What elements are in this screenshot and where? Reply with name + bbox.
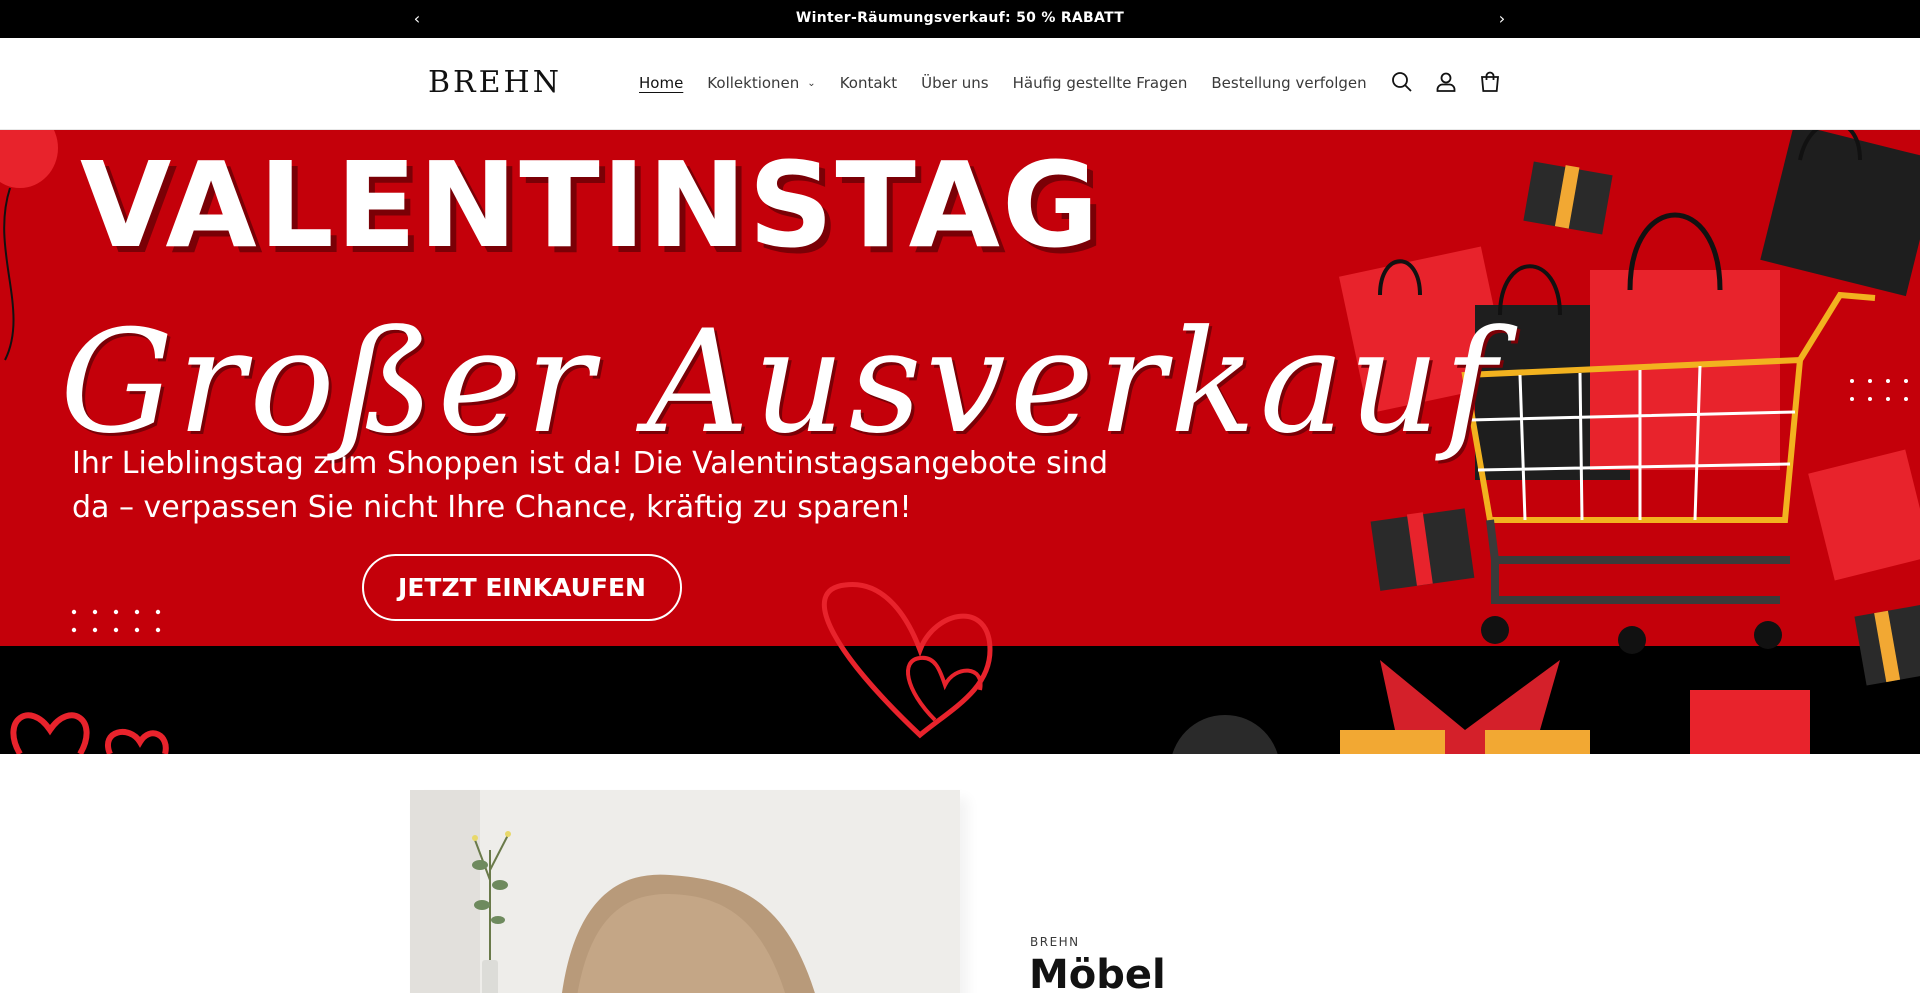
shop-now-button[interactable]: JETZT EINKAUFEN [362, 554, 682, 621]
site-header: BREHN Home Kollektionen ⌄ Kontakt Über un… [0, 38, 1920, 130]
cart-wheel [1481, 616, 1509, 644]
gift-red-shape [1808, 449, 1920, 581]
main-nav: Home Kollektionen ⌄ Kontakt Über uns Häuf… [639, 74, 1391, 92]
cart-handle [1797, 291, 1876, 362]
gift-ribbon-shape [1445, 730, 1485, 754]
hero-headline: VALENTINSTAG [80, 136, 1101, 274]
hero-subtitle: Ihr Lieblingstag zum Shoppen ist da! Die… [72, 446, 1109, 525]
cart-wheel-2 [1618, 626, 1646, 654]
gift-bow-shape [1380, 660, 1560, 730]
heart-outline-shape [821, 581, 993, 739]
dots-decoration [71, 609, 161, 633]
ball-shape [1172, 715, 1278, 754]
search-icon[interactable] [1390, 70, 1414, 94]
balloon-string [3, 187, 15, 361]
heart-band-left-2 [105, 729, 169, 754]
nav-kollektionen-label: Kollektionen [707, 74, 800, 92]
header-icons [1390, 70, 1502, 94]
cart-icon[interactable] [1478, 70, 1502, 94]
bag-red-shape-3 [1690, 690, 1810, 754]
hero-script-title: Großer Ausverkauf [60, 300, 1501, 465]
heart-band-left [10, 712, 90, 754]
nav-home[interactable]: Home [639, 74, 683, 92]
balloon-shape [0, 130, 58, 188]
chevron-right-icon[interactable]: › [1492, 9, 1512, 29]
nav-kontakt[interactable]: Kontakt [840, 74, 897, 92]
product-vendor: BREHN [1030, 935, 1080, 949]
nav-ueber-uns[interactable]: Über uns [921, 74, 989, 92]
cart-wheel-3 [1754, 621, 1782, 649]
product-photo [410, 790, 960, 993]
cart-frame [1486, 519, 1790, 604]
product-image[interactable] [410, 790, 960, 993]
nav-kollektionen[interactable]: Kollektionen ⌄ [707, 74, 815, 92]
bag-black-shape-2 [1760, 130, 1920, 297]
account-icon[interactable] [1434, 70, 1458, 94]
nav-faq[interactable]: Häufig gestellte Fragen [1013, 74, 1188, 92]
announcement-bar: ‹ Winter-Räumungsverkauf: 50 % RABATT › [0, 0, 1920, 38]
hero-banner[interactable]: VALENTINSTAG Großer Ausverkauf Ihr Liebl… [0, 130, 1920, 754]
chevron-down-icon: ⌄ [807, 78, 816, 89]
logo[interactable]: BREHN [428, 65, 562, 100]
nav-order-tracking[interactable]: Bestellung verfolgen [1211, 74, 1366, 92]
announcement-text: Winter-Räumungsverkauf: 50 % RABATT [795, 10, 1125, 26]
heart-outline-shape-2 [906, 655, 983, 722]
dots-decoration-right [1850, 379, 1908, 401]
product-title: Möbel [1029, 952, 1166, 993]
